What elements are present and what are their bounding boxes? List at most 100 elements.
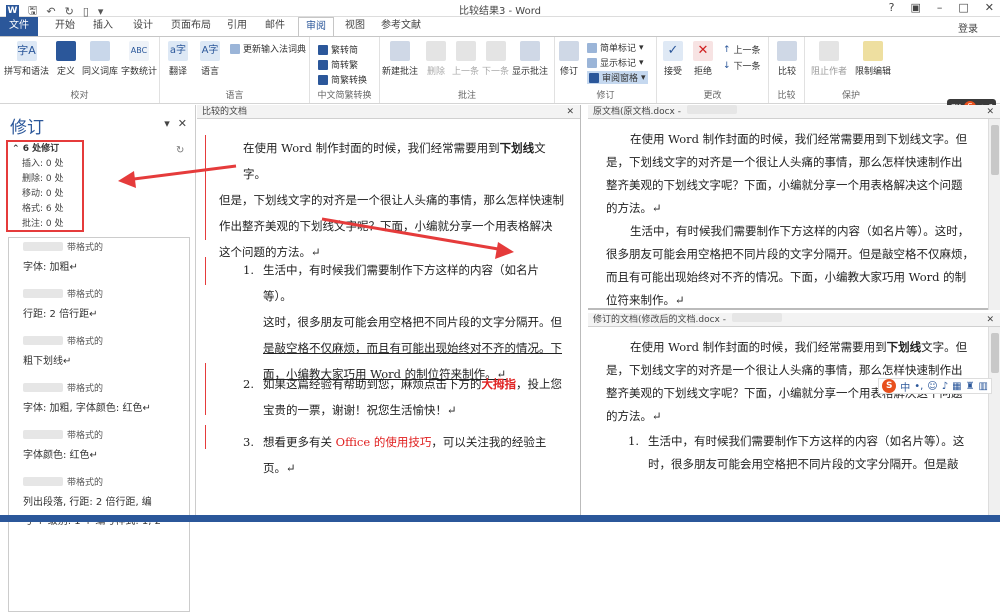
define-button[interactable]: 定义: [56, 41, 76, 77]
thesaurus-button[interactable]: 同义词库: [82, 41, 118, 77]
window-title: 比较结果3 - Word: [458, 6, 542, 17]
markup-dropdown[interactable]: 简单标记 ▾: [587, 41, 644, 54]
summary-insert: 插入: 0 处: [22, 159, 64, 169]
group-compare: 比较 比较: [769, 37, 805, 103]
tab-bibliography[interactable]: 参考文献: [378, 17, 424, 36]
status-bar: [0, 515, 1000, 522]
summary-format: 格式: 6 处: [22, 204, 64, 214]
show-comments-button[interactable]: 显示批注: [512, 41, 548, 77]
tab-view[interactable]: 视图: [340, 17, 370, 36]
revised-doc-header: 修订的文档(修改后的文档.docx - ✕: [588, 313, 1000, 327]
tab-file[interactable]: 文件: [0, 17, 38, 36]
login-link[interactable]: 登录: [958, 20, 978, 35]
compared-document: 比较的文档 ✕ 在使用 Word 制作封面的时候，我们经常需要用到下划线文字。 但…: [197, 105, 581, 515]
ribbon: 字A 拼写和语法 定义 同义词库 ABC 字数统计 校对 a字 翻译 A字 语言 更新输…: [0, 36, 1000, 115]
spelling-button[interactable]: 字A 拼写和语法: [4, 41, 49, 77]
list-item[interactable]: 带格式的 字体: 加粗, 字体颜色: 红色↵: [9, 379, 189, 426]
ribbon-tabs: 文件 开始 插入 设计 页面布局 引用 邮件 审阅 视图 参考文献 登录: [0, 17, 1000, 36]
tab-references[interactable]: 引用: [222, 17, 252, 36]
list-item-1[interactable]: 生活中，有时候我们需要制作下方这样的内容（如名片等）。 这时，很多朋友可能会用空…: [263, 257, 563, 387]
prev-change-button[interactable]: ↑ 上一条: [723, 43, 761, 57]
author-name: [23, 476, 63, 486]
word-count-button[interactable]: ABC 字数统计: [121, 41, 157, 77]
minimize-button[interactable]: –: [937, 1, 943, 14]
simp-to-trad-button[interactable]: 简转繁: [318, 58, 358, 71]
keyboard-icon[interactable]: ▦: [952, 381, 961, 392]
language-button[interactable]: A字 语言: [200, 41, 220, 77]
original-text[interactable]: 在使用 Word 制作封面的时候，我们经常需要用到下划线文字。但 是，下划线文字…: [606, 128, 986, 312]
reject-button[interactable]: ✕ 拒绝: [693, 41, 713, 77]
close-icon[interactable]: ✕: [566, 105, 574, 119]
collapse-icon[interactable]: ⌃: [12, 144, 23, 154]
summary-comment: 批注: 0 处: [22, 219, 64, 229]
author-name: [23, 382, 63, 392]
group-changes: ✓ 接受 ✕ 拒绝 ↑ 上一条 ↓ 下一条 更改: [657, 37, 769, 103]
list-item[interactable]: 带格式的 字体: 加粗↵: [9, 238, 189, 285]
author-name: [23, 429, 63, 439]
reviewing-pane-dropdown[interactable]: 审阅窗格 ▾: [587, 71, 648, 84]
next-comment-button[interactable]: 下一条: [482, 41, 509, 77]
sogou-icon[interactable]: S: [882, 379, 897, 393]
tab-layout[interactable]: 页面布局: [168, 17, 214, 36]
maximize-button[interactable]: □: [958, 1, 968, 14]
pane-close-icon[interactable]: ✕: [178, 117, 187, 130]
group-chinese-conversion: 繁转简 简转繁 简繁转换 中文简繁转换: [310, 37, 380, 103]
change-bar: [205, 135, 206, 240]
prev-comment-button[interactable]: 上一条: [452, 41, 479, 77]
revision-summary: ⌃ 6 处修订 插入: 0 处 删除: 0 处 移动: 0 处 格式: 6 处 …: [6, 140, 84, 232]
scrollbar[interactable]: [988, 119, 1000, 310]
revised-list[interactable]: 生活中，有时候我们需要制作下方这样的内容（如名片等）。这 时，很多朋友可能会用空…: [648, 430, 978, 476]
skin-icon[interactable]: ♜: [966, 381, 975, 392]
author-name: [23, 241, 63, 251]
trad-to-simp-button[interactable]: 繁转简: [318, 43, 358, 56]
revisions-pane-title: 修订: [10, 118, 44, 138]
tab-home[interactable]: 开始: [50, 17, 80, 36]
compared-doc-header: 比较的文档 ✕: [197, 105, 580, 119]
tools-icon[interactable]: ▥: [979, 381, 988, 392]
show-markup-dropdown[interactable]: 显示标记 ▾: [587, 56, 644, 69]
window-controls: ? ▣ – □ ✕: [889, 1, 994, 14]
accept-button[interactable]: ✓ 接受: [663, 41, 683, 77]
ribbon-display-icon[interactable]: ▣: [910, 1, 920, 14]
list-item[interactable]: 带格式的 行距: 2 倍行距↵: [9, 285, 189, 332]
ime-toolbar[interactable]: S 中 •, ☺ ♪ ▦ ♜ ▥: [878, 378, 992, 394]
list-item-2[interactable]: 如果这篇经验有帮助到您，麻烦点击下方的大拇指，投上您 宝贵的一票，谢谢！祝您生活…: [263, 371, 563, 423]
close-button[interactable]: ✕: [985, 1, 994, 14]
paragraph-1[interactable]: 在使用 Word 制作封面的时候，我们经常需要用到下划线文字。 但是，下划线文字…: [219, 135, 564, 265]
tab-design[interactable]: 设计: [128, 17, 158, 36]
list-item[interactable]: 带格式的 字体颜色: 红色↵: [9, 426, 189, 473]
close-icon[interactable]: ✕: [986, 105, 994, 119]
group-proofing: 字A 拼写和语法 定义 同义词库 ABC 字数统计 校对: [0, 37, 160, 103]
translate-button[interactable]: a字 翻译: [168, 41, 188, 77]
revisions-pane: 修订 ▾ ✕ ⌃ 6 处修订 插入: 0 处 删除: 0 处 移动: 0 处 格…: [0, 105, 196, 612]
mic-icon[interactable]: ♪: [942, 381, 948, 392]
group-protect: 阻止作者 限制编辑 保护: [805, 37, 897, 103]
new-comment-button[interactable]: 新建批注: [382, 41, 418, 77]
track-changes-button[interactable]: 修订: [559, 41, 579, 77]
restrict-editing-button[interactable]: 限制编辑: [855, 41, 891, 77]
change-bar: [205, 363, 206, 415]
title-bar: W 🖫 ↶ ↻ ▯ ▾ 比较结果3 - Word ? ▣ – □ ✕: [0, 0, 1000, 18]
emoji-icon[interactable]: ☺: [927, 381, 937, 392]
tab-mailings[interactable]: 邮件: [260, 17, 290, 36]
original-document: 原文档(原文档.docx - ✕ 在使用 Word 制作封面的时候，我们经常需要用…: [588, 105, 1000, 310]
help-icon[interactable]: ?: [889, 1, 895, 14]
revision-list: 带格式的 字体: 加粗↵ 带格式的 行距: 2 倍行距↵ 带格式的 粗下划线↵ 带格式…: [8, 237, 190, 612]
block-authors-button[interactable]: 阻止作者: [811, 41, 847, 77]
refresh-icon[interactable]: ↻: [176, 145, 184, 156]
group-tracking: 修订 简单标记 ▾ 显示标记 ▾ 审阅窗格 ▾ 修订: [555, 37, 657, 103]
close-icon[interactable]: ✕: [986, 313, 994, 327]
pane-options-icon[interactable]: ▾: [164, 117, 170, 130]
list-item[interactable]: 带格式的 粗下划线↵: [9, 332, 189, 379]
group-language: a字 翻译 A字 语言 更新输入法词典 语言: [160, 37, 310, 103]
list-item-3[interactable]: 想看更多有关 Office 的使用技巧，可以关注我的经验主页。↵: [263, 429, 563, 481]
next-change-button[interactable]: ↓ 下一条: [723, 59, 761, 73]
chinese-convert-button[interactable]: 简繁转换: [318, 73, 367, 86]
delete-comment-button[interactable]: 删除: [426, 41, 446, 77]
scrollbar[interactable]: [988, 327, 1000, 515]
update-ime-button[interactable]: 更新输入法词典: [230, 42, 306, 55]
punctuation-icon[interactable]: •,: [914, 381, 923, 392]
tab-insert[interactable]: 插入: [88, 17, 118, 36]
tab-review[interactable]: 审阅: [298, 17, 334, 36]
compare-button[interactable]: 比较: [777, 41, 797, 77]
